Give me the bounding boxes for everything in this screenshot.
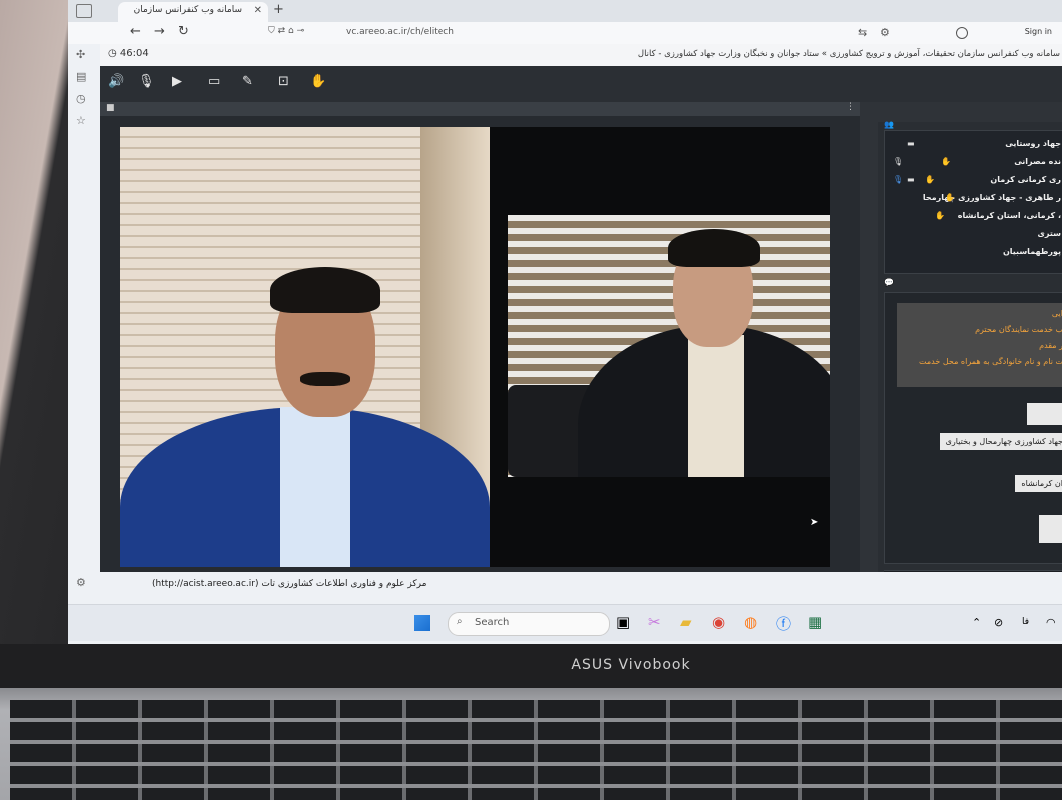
browser-tab[interactable]: سامانه وب کنفرانس سازمان ✕ [118,2,268,22]
footer-text: مرکز علوم و فناوری اطلاعات کشاورزی تات (… [152,579,427,589]
announcement-line: ایی [1051,309,1062,318]
back-icon[interactable]: ← [130,24,141,39]
participant-item[interactable]: نده مصرانی [1014,157,1061,166]
participant-item[interactable]: پورطهماسبیان [1003,247,1061,256]
raise-hand-icon[interactable]: ✋ [310,74,326,89]
media-icon[interactable]: ⊡ [278,74,289,89]
history-icon[interactable]: ◷ [76,92,86,105]
network-off-icon[interactable]: ⊘ [994,616,1003,629]
chrome-icon[interactable]: ◉ [712,613,725,631]
app-title: سامانه وب کنفرانس سازمان تحقیقات، آموزش … [637,49,1060,59]
participant-2-frame [508,215,830,477]
search-placeholder: Search [475,617,510,628]
pen-icon[interactable]: ✎ [242,74,253,89]
participant-item[interactable]: جهاد روستایی [1005,139,1061,148]
tray-chevron-icon[interactable]: ⌃ [972,616,981,629]
excel-icon[interactable]: ▦ [808,613,822,631]
participant-item[interactable]: ری کرمانی کرمان [990,175,1061,184]
profile-icon[interactable] [956,27,968,39]
url-text[interactable]: vc.areeo.ac.ir/ch/elitech [346,27,454,37]
hand-icon: ✋ [935,211,945,220]
chat-message-empty [1039,515,1062,543]
tab-actions-icon[interactable] [76,4,92,18]
settings-icon[interactable]: ⚙ [880,26,890,39]
new-tab-button[interactable]: + [273,2,284,17]
side-panel: 👥 جهاد روستایی نده مصرانی ری کرمانی کرما… [878,120,1062,589]
mic-icon: 🎙 [893,157,904,166]
app-header: ◷ 46:04 سامانه وب کنفرانس سازمان تحقیقات… [100,44,1062,66]
browser-tab-bar: سامانه وب کنفرانس سازمان ✕ + [68,0,1062,22]
chat-message: جهاد کشاورزی چهارمحال و بختیاری [939,433,1062,450]
hand-icon: ✋ [925,175,935,184]
tab-title: سامانه وب کنفرانس سازمان [133,5,242,15]
camera-icon: ▬ [907,139,915,148]
announcement-line: ت نام و نام خانوادگی به همراه محل خدمت [919,357,1062,366]
web-conference-app: ◷ 46:04 سامانه وب کنفرانس سازمان تحقیقات… [100,44,1062,600]
chat-icon: 💬 [884,278,894,287]
input-language[interactable]: فا [1022,617,1029,627]
chat-message-empty [1027,403,1062,425]
firefox-icon[interactable]: ◍ [744,613,757,631]
mic-active-icon: 🎙 [893,175,904,184]
camera-icon[interactable]: ▶ [172,74,182,89]
bookmarks-icon[interactable]: ▤ [76,70,86,83]
app-footer: مرکز علوم و فناوری اطلاعات کشاورزی تات (… [100,572,1062,600]
screen-share-icon[interactable]: ▭ [208,74,220,89]
person-1-hair [270,267,380,313]
person-1-shirt [280,407,350,567]
shield-icon[interactable]: ⛉ ⇄ ⌂ ⊸ [268,26,304,36]
refresh-icon[interactable]: ↻ [178,24,189,39]
person-2-shirt [688,335,744,477]
facebook-icon[interactable]: ⓕ [776,613,791,634]
chat-announcement: ایی ب خدمت نمایندگان محترم ر مقدم ت نام … [897,303,1062,387]
hand-icon: ✋ [945,193,955,202]
keyboard-keys [10,700,1062,800]
translate-icon[interactable]: ⇆ [858,26,867,39]
chat-message: ان کرمانشاه [1015,475,1062,492]
video-tile-participant-1[interactable] [120,127,490,567]
forward-icon[interactable]: → [154,24,165,39]
windows-start-icon[interactable] [414,615,430,631]
file-explorer-icon[interactable]: ▰ [680,613,692,631]
video-panel-header: ■ ⋮ [100,102,860,116]
timer-value: 46:04 [119,48,149,59]
url-bar[interactable]: ⛉ ⇄ ⌂ ⊸ vc.areeo.ac.ir/ch/elitech [268,25,788,41]
session-timer: ◷ 46:04 [108,48,149,59]
sign-in-button[interactable]: Sign in [1025,27,1052,36]
sidebar-settings-icon[interactable]: ⚙ [76,576,86,589]
video-camera-icon: ■ [106,103,115,113]
video-menu-icon[interactable]: ⋮ [846,102,855,112]
taskbar-search[interactable]: ⌕ Search [448,612,610,636]
laptop-brand: ASUS Vivobook [571,657,691,673]
participants-list: جهاد روستایی نده مصرانی ری کرمانی کرمان … [884,130,1062,274]
windows-taskbar: ⌕ Search ▣ ✂ ▰ ◉ ◍ ⓕ ▦ ⌃ ⊘ فا ◠ [68,604,1062,641]
mic-muted-icon[interactable]: 🎙 [138,74,155,89]
snipping-tool-icon[interactable]: ✂ [648,613,661,631]
camera-icon: ▬ [907,175,915,184]
extensions-icon[interactable]: ✣ [76,48,85,61]
speaker-icon[interactable]: 🔊 [108,74,124,89]
announcement-line: ر مقدم [1039,341,1062,350]
mouse-cursor-icon: ➤ [810,517,819,528]
participant-item[interactable]: ، کرمانی، استان کرمانشاه [958,211,1061,220]
participant-item[interactable]: ر طاهری - جهاد کشاورزی چهارمحا [923,193,1061,202]
video-tile-participant-2[interactable]: ➤ [490,127,830,567]
close-tab-icon[interactable]: ✕ [254,5,262,16]
wifi-icon[interactable]: ◠ [1046,616,1056,629]
participant-item[interactable]: ستری [1038,229,1061,238]
person-1-mustache [300,372,350,386]
laptop-screen: سامانه وب کنفرانس سازمان ✕ + ← → ↻ ⛉ ⇄ ⌂… [68,0,1062,644]
conference-toolbar: 🔊 🎙 ▶ ▭ ✎ ⊡ ✋ [100,66,1062,102]
task-view-icon[interactable]: ▣ [616,613,630,631]
hand-icon: ✋ [941,157,951,166]
chat-panel: ایی ب خدمت نمایندگان محترم ر مقدم ت نام … [884,292,1062,564]
browser-sidebar: ✣ ▤ ◷ ☆ ⚙ [68,44,100,644]
favorites-icon[interactable]: ☆ [76,114,86,127]
video-area: ■ ⋮ ➤ [100,102,860,572]
person-2-hair [668,229,760,267]
search-icon: ⌕ [457,616,463,627]
users-icon: 👥 [884,120,894,129]
announcement-line: ب خدمت نمایندگان محترم [975,325,1062,334]
